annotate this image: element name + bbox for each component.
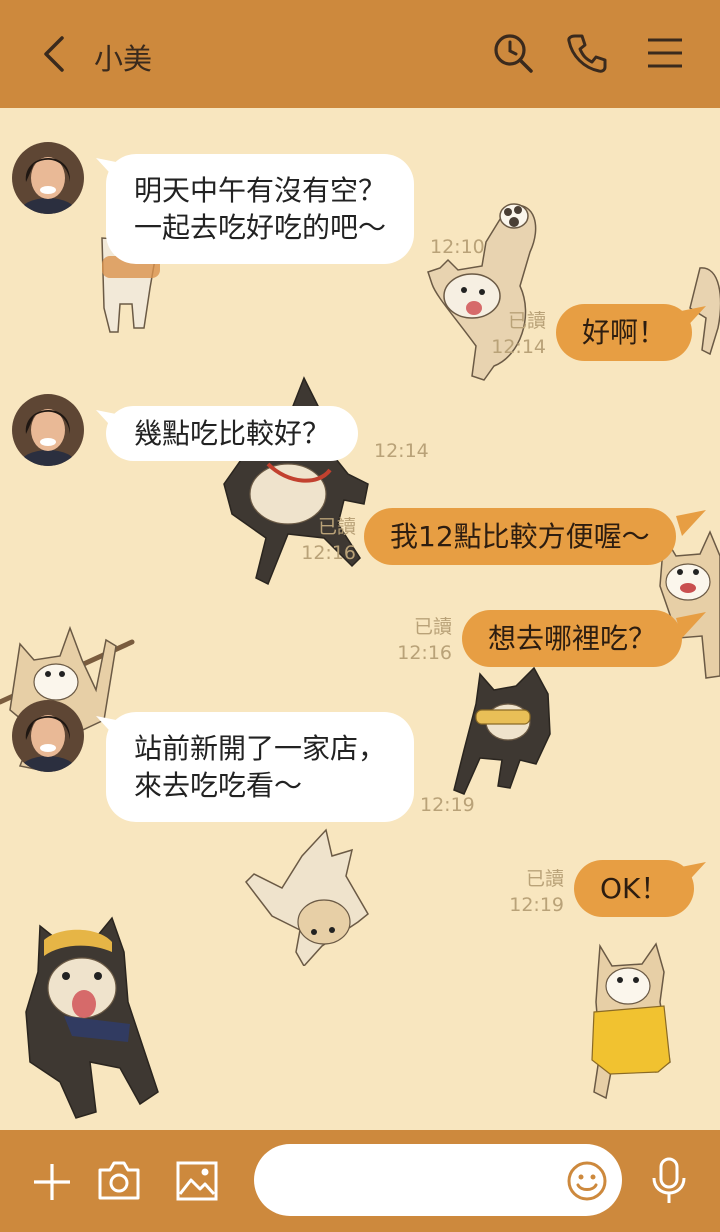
avatar-photo	[12, 394, 84, 466]
search-icon[interactable]	[490, 30, 536, 76]
incoming-message[interactable]: 幾點吃比較好？	[106, 406, 359, 461]
chat-title: 小美	[94, 42, 153, 76]
phone-icon[interactable]	[564, 30, 610, 76]
chat-area[interactable]: 明天中午有沒有空？ 一起去吃好吃的吧～ 12:10 已讀 12:14 好啊！ 幾…	[0, 108, 720, 1130]
bubble-tail	[676, 306, 706, 332]
read-status: 已讀	[317, 516, 356, 538]
incoming-message[interactable]: 明天中午有沒有空？ 一起去吃好吃的吧～	[106, 154, 415, 264]
read-status: 已讀	[413, 616, 452, 638]
camera-icon[interactable]	[96, 1158, 142, 1204]
emoji-icon[interactable]	[566, 1160, 608, 1202]
message-time: 12:14	[491, 336, 546, 358]
avatar[interactable]	[12, 142, 84, 214]
avatar[interactable]	[12, 394, 84, 466]
message-time: 12:14	[374, 440, 429, 462]
outgoing-message[interactable]: 想去哪裡吃？	[462, 610, 683, 667]
dog-illustration	[25, 916, 159, 1119]
dog-illustration	[591, 942, 671, 1100]
avatar-photo	[12, 142, 84, 214]
read-status: 已讀	[525, 868, 564, 890]
avatar-photo	[12, 700, 84, 772]
menu-icon[interactable]	[642, 30, 688, 76]
dog-illustration	[300, 108, 340, 118]
outgoing-message[interactable]: 我12點比較方便喔～	[364, 508, 676, 565]
message-composer	[0, 1130, 720, 1232]
message-meta: 已讀 12:19	[488, 866, 564, 918]
avatar[interactable]	[12, 700, 84, 772]
message-meta: 已讀 12:16	[276, 514, 356, 566]
dog-illustration	[453, 666, 551, 795]
dog-illustration	[245, 828, 369, 966]
message-time: 12:19	[509, 894, 564, 916]
message-time: 12:10	[430, 236, 485, 258]
plus-icon[interactable]	[30, 1160, 74, 1204]
read-status: 已讀	[507, 310, 546, 332]
back-arrow-icon[interactable]	[36, 34, 70, 74]
chat-header: 小美	[0, 0, 720, 108]
outgoing-message[interactable]: 好啊！	[556, 304, 693, 361]
message-meta: 已讀 12:16	[376, 614, 452, 666]
message-time: 12:16	[301, 542, 356, 564]
message-time: 12:16	[397, 642, 452, 664]
message-meta: 已讀 12:14	[470, 308, 546, 360]
bubble-tail	[676, 862, 706, 888]
microphone-icon[interactable]	[648, 1156, 690, 1206]
image-icon[interactable]	[174, 1158, 220, 1204]
dog-illustration	[624, 108, 664, 118]
incoming-message[interactable]: 站前新開了一家店， 來去吃吃看～	[106, 712, 415, 822]
bubble-tail	[676, 510, 706, 536]
message-time: 12:19	[420, 794, 475, 816]
bubble-tail	[676, 612, 706, 638]
